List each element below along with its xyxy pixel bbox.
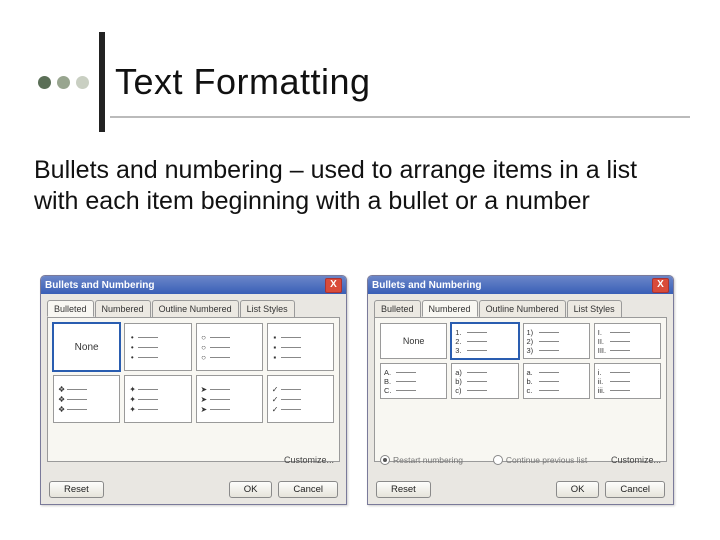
bullet-option[interactable]: •••: [124, 323, 191, 371]
ok-button[interactable]: OK: [229, 481, 273, 498]
dot-2: [57, 76, 70, 89]
number-option[interactable]: a)b)c): [451, 363, 518, 399]
tab-liststyles[interactable]: List Styles: [240, 300, 295, 317]
title-dots: [38, 76, 89, 89]
slide: Text Formatting Bullets and numbering – …: [0, 0, 720, 540]
titlebar-text: Bullets and Numbering: [372, 280, 481, 291]
tab-panel-numbered: None1.2.3.1)2)3)I.II.III. A.B.C.a)b)c)a.b…: [374, 317, 667, 462]
titlebar: Bullets and Numbering X: [368, 276, 673, 294]
bullet-option[interactable]: ▪▪▪: [267, 323, 334, 371]
radio-continue[interactable]: Continue previous list: [493, 455, 587, 465]
dialog-screenshots: Bullets and Numbering X Bulleted Numbere…: [40, 275, 674, 505]
number-option[interactable]: I.II.III.: [594, 323, 661, 359]
tab-outline[interactable]: Outline Numbered: [152, 300, 239, 317]
dialog-numbered: Bullets and Numbering X Bulleted Numbere…: [367, 275, 674, 505]
tab-panel-bulleted: None•••○○○▪▪▪ ❖❖❖✦✦✦➤➤➤✓✓✓: [47, 317, 340, 462]
tab-strip: Bulleted Numbered Outline Numbered List …: [374, 300, 673, 317]
cancel-button[interactable]: Cancel: [278, 481, 338, 498]
numbering-mode-radios: Restart numbering Continue previous list: [380, 455, 587, 465]
tab-bulleted[interactable]: Bulleted: [374, 300, 421, 317]
tab-numbered[interactable]: Numbered: [422, 300, 478, 317]
number-style-grid: None1.2.3.1)2)3)I.II.III. A.B.C.a)b)c)a.b…: [380, 323, 661, 399]
tab-numbered[interactable]: Numbered: [95, 300, 151, 317]
tab-outline[interactable]: Outline Numbered: [479, 300, 566, 317]
cancel-button[interactable]: Cancel: [605, 481, 665, 498]
title-divider: [99, 32, 105, 132]
close-icon[interactable]: X: [325, 278, 342, 293]
number-option-none[interactable]: None: [380, 323, 447, 359]
radio-restart[interactable]: Restart numbering: [380, 455, 463, 465]
reset-button[interactable]: Reset: [49, 481, 104, 498]
dot-3: [76, 76, 89, 89]
radio-continue-label: Continue previous list: [506, 455, 587, 465]
number-option[interactable]: i.ii.iii.: [594, 363, 661, 399]
titlebar-text: Bullets and Numbering: [45, 280, 154, 291]
tab-liststyles[interactable]: List Styles: [567, 300, 622, 317]
number-option[interactable]: A.B.C.: [380, 363, 447, 399]
bullet-option[interactable]: ✓✓✓: [267, 375, 334, 423]
bullet-style-grid: None•••○○○▪▪▪ ❖❖❖✦✦✦➤➤➤✓✓✓: [53, 323, 334, 423]
radio-restart-label: Restart numbering: [393, 455, 463, 465]
dot-1: [38, 76, 51, 89]
slide-title: Text Formatting: [115, 61, 371, 103]
close-icon[interactable]: X: [652, 278, 669, 293]
bullet-option[interactable]: ➤➤➤: [196, 375, 263, 423]
title-underline: [110, 116, 690, 118]
tab-strip: Bulleted Numbered Outline Numbered List …: [47, 300, 346, 317]
reset-button[interactable]: Reset: [376, 481, 431, 498]
bullet-option[interactable]: ✦✦✦: [124, 375, 191, 423]
bullet-option[interactable]: ❖❖❖: [53, 375, 120, 423]
button-bar: Reset OK Cancel: [368, 474, 673, 504]
button-bar: Reset OK Cancel: [41, 474, 346, 504]
slide-body: Bullets and numbering – used to arrange …: [34, 155, 664, 216]
bullet-option-none[interactable]: None: [53, 323, 120, 371]
customize-link[interactable]: Customize...: [611, 455, 661, 465]
number-option[interactable]: 1.2.3.: [451, 323, 518, 359]
dialog-bulleted: Bullets and Numbering X Bulleted Numbere…: [40, 275, 347, 505]
bullet-option[interactable]: ○○○: [196, 323, 263, 371]
tab-bulleted[interactable]: Bulleted: [47, 300, 94, 317]
titlebar: Bullets and Numbering X: [41, 276, 346, 294]
customize-link[interactable]: Customize...: [284, 455, 334, 465]
number-option[interactable]: a.b.c.: [523, 363, 590, 399]
ok-button[interactable]: OK: [556, 481, 600, 498]
number-option[interactable]: 1)2)3): [523, 323, 590, 359]
